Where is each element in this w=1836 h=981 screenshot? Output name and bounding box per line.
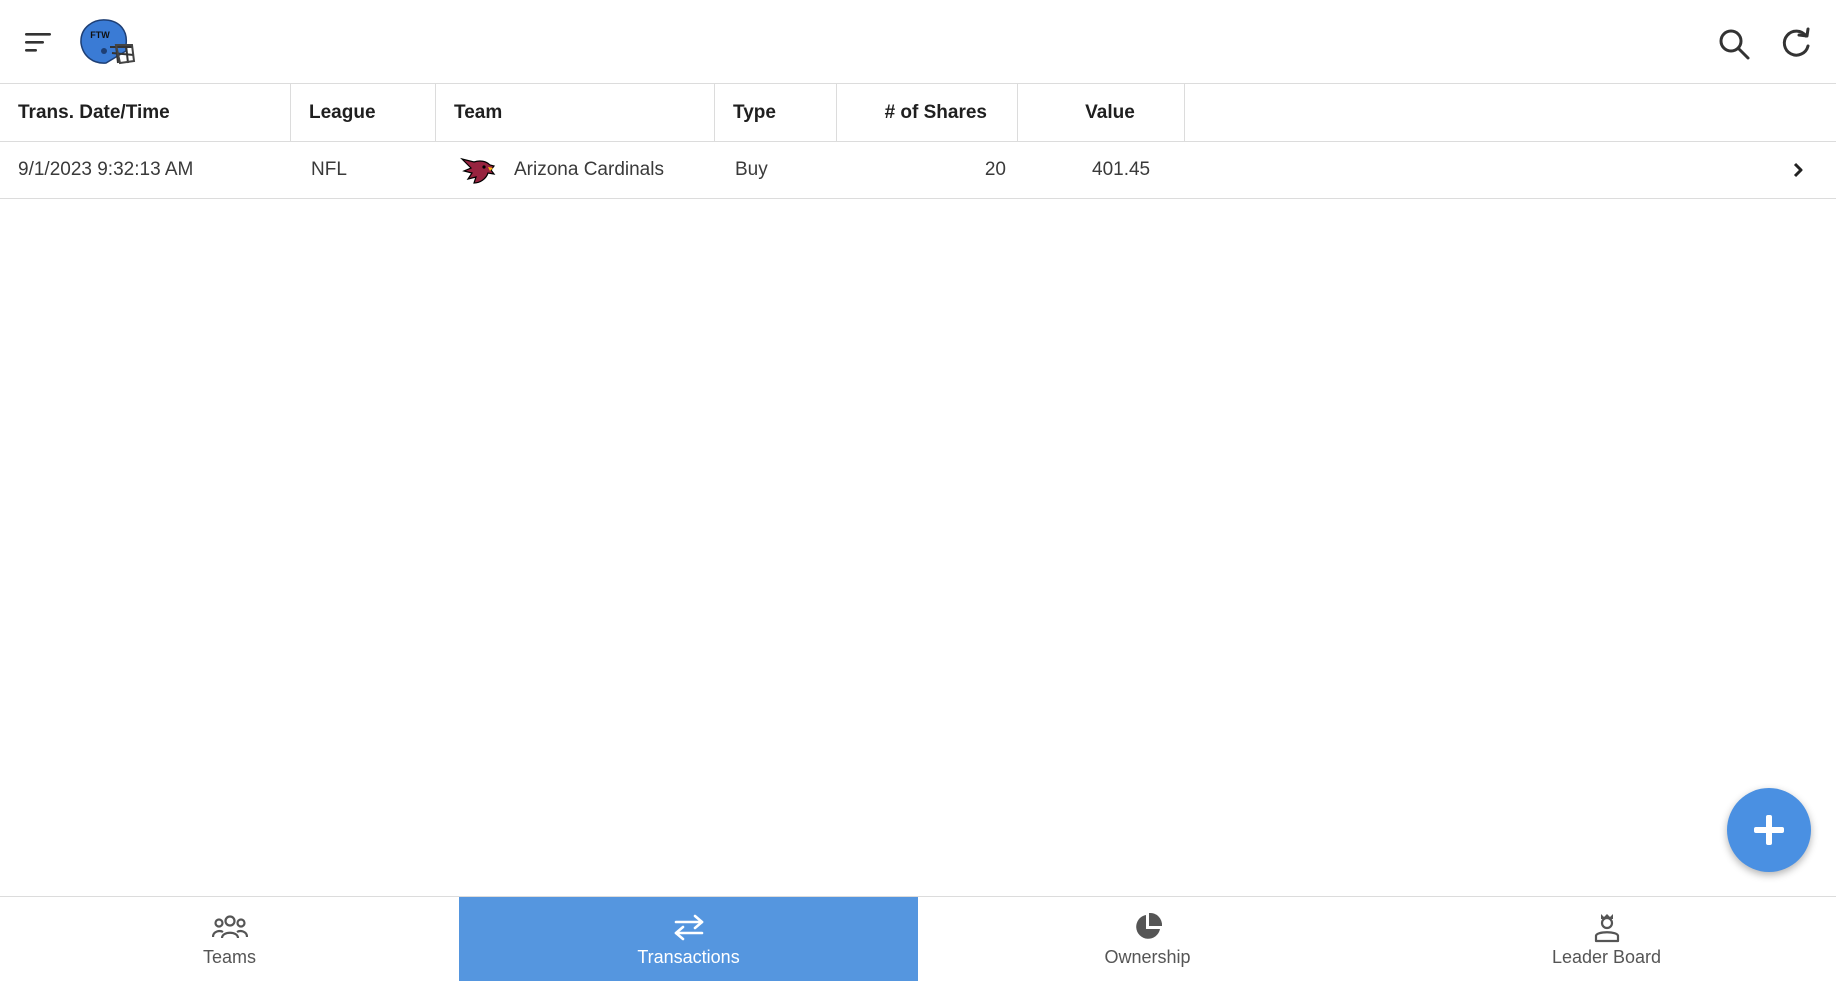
cell-action [1185,142,1836,198]
helmet-logo-icon: FTW [80,19,136,65]
swap-arrows-icon [671,911,707,943]
column-header-type[interactable]: Type [715,84,837,141]
transactions-table: Trans. Date/Time League Team Type # of S… [0,84,1836,199]
top-app-bar: FTW [0,0,1836,84]
cell-date-time: 9/1/2023 9:32:13 AM [18,159,194,180]
column-header-value[interactable]: Value [1018,84,1185,141]
nav-item-ownership[interactable]: Ownership [918,897,1377,981]
logo-text: FTW [90,30,110,40]
cardinals-logo-icon [460,157,496,184]
cell-team: Arizona Cardinals [436,142,715,198]
column-header-team[interactable]: Team [436,84,715,141]
search-button[interactable] [1712,22,1756,66]
app-logo: FTW [76,17,136,67]
nav-label-ownership: Ownership [1104,946,1191,967]
bottom-navigation: Teams Transactions Ownership Leader Boar… [0,896,1836,981]
refresh-button[interactable] [1774,22,1818,66]
add-transaction-button[interactable] [1727,788,1811,872]
nav-label-teams: Teams [202,946,256,967]
app-root: FTW Trans. Date/Time League Team Type # … [0,0,1836,981]
search-icon [1719,29,1750,60]
column-header-shares[interactable]: # of Shares [837,84,1018,141]
nav-item-teams[interactable]: Teams [0,897,459,981]
nav-label-transactions: Transactions [637,946,740,967]
table-row[interactable]: 9/1/2023 9:32:13 AM NFL Arizona Cardinal… [0,142,1836,199]
cell-type: Buy [735,159,768,180]
cell-team-name: Arizona Cardinals [514,159,664,180]
sort-menu-button[interactable] [18,24,58,60]
nav-label-leader-board: Leader Board [1551,946,1662,967]
column-header-date[interactable]: Trans. Date/Time [0,84,291,141]
cell-league: NFL [311,159,347,180]
leader-icon [1589,911,1625,943]
column-header-spacer [1185,84,1836,141]
chevron-right-icon[interactable] [1788,160,1808,180]
cell-shares: 20 [984,159,1006,180]
sort-menu-icon [25,33,51,52]
pie-chart-icon [1130,911,1166,943]
cell-value: 401.45 [1092,159,1151,180]
refresh-icon [1782,27,1810,57]
top-actions [1712,22,1836,66]
nav-item-transactions[interactable]: Transactions [459,897,918,981]
column-header-league[interactable]: League [291,84,436,141]
teams-icon [211,911,248,943]
nav-item-leader-board[interactable]: Leader Board [1377,897,1836,981]
table-header: Trans. Date/Time League Team Type # of S… [0,84,1836,142]
plus-icon [1754,815,1784,845]
